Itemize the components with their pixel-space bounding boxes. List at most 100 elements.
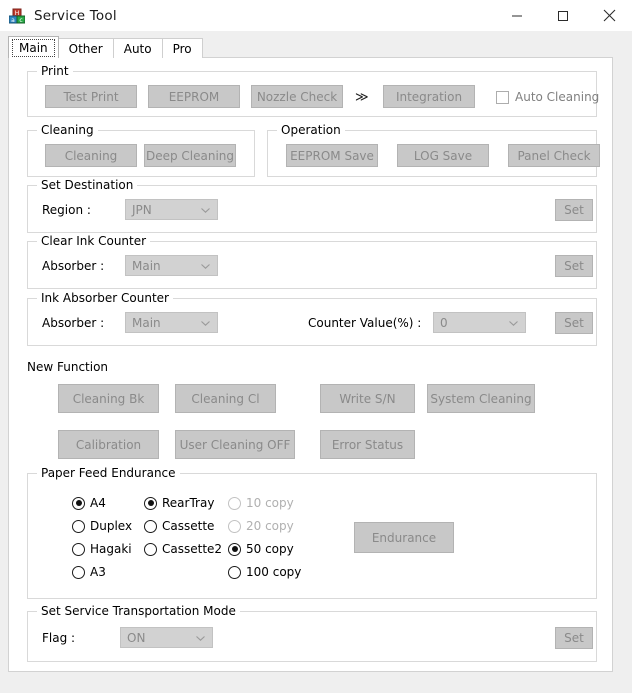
radio-indicator[interactable] (72, 496, 85, 510)
radio-indicator[interactable] (72, 519, 85, 533)
radio-paper-hagaki[interactable]: Hagaki (72, 542, 132, 556)
cleaning-button[interactable]: Cleaning (45, 144, 137, 167)
radio-indicator[interactable] (228, 519, 241, 533)
test-print-label: Test Print (63, 89, 119, 104)
flag-combo[interactable]: ON (120, 627, 213, 648)
group-print: Print Test Print EEPROM Nozzle Check ≫ I… (27, 64, 599, 117)
svg-text:a: a (11, 17, 15, 24)
set-destination-set-label: Set (564, 203, 584, 217)
tab-main[interactable]: Main (8, 36, 59, 58)
service-transportation-set-label: Set (564, 631, 584, 645)
cleaning-bk-label: Cleaning Bk (72, 391, 145, 406)
tab-strip: Main Other Auto Pro (8, 36, 203, 58)
deep-cleaning-button[interactable]: Deep Cleaning (144, 144, 236, 167)
nozzle-check-button[interactable]: Nozzle Check (251, 85, 343, 108)
group-operation-legend: Operation (277, 123, 345, 137)
svg-text:c: c (19, 17, 22, 24)
group-set-destination: Set Destination Region : JPN Set (27, 178, 597, 233)
tab-pro[interactable]: Pro (161, 38, 203, 58)
radio-paper-duplex-label: Duplex (90, 519, 133, 533)
group-operation: Operation EEPROM Save LOG Save Panel Che… (267, 123, 600, 177)
radio-paper-duplex[interactable]: Duplex (72, 519, 132, 533)
flag-combo-value: ON (127, 630, 146, 645)
radio-copies-100[interactable]: 100 copy (228, 565, 301, 579)
service-transportation-set-button[interactable]: Set (555, 627, 593, 649)
tab-focus-rect (12, 39, 55, 57)
radio-paper-a3[interactable]: A3 (72, 565, 106, 579)
flag-label: Flag : (42, 631, 76, 645)
radio-indicator[interactable] (228, 542, 241, 556)
calibration-button[interactable]: Calibration (58, 430, 159, 459)
minimize-button[interactable] (494, 0, 540, 31)
tab-page-main: Print Test Print EEPROM Nozzle Check ≫ I… (8, 57, 613, 672)
radio-source-cassette[interactable]: Cassette (144, 519, 214, 533)
integration-label: Integration (395, 89, 463, 104)
group-print-legend: Print (37, 64, 73, 78)
ink-absorber-combo[interactable]: Main (125, 312, 218, 333)
group-set-destination-legend: Set Destination (37, 178, 138, 192)
tab-other[interactable]: Other (57, 38, 114, 58)
radio-indicator[interactable] (228, 565, 241, 579)
radio-source-reartray[interactable]: RearTray (144, 496, 214, 510)
error-status-button[interactable]: Error Status (320, 430, 415, 459)
group-paper-feed-endurance: Paper Feed Endurance A4 Duplex Hagaki A3… (27, 466, 597, 599)
radio-indicator[interactable] (72, 542, 85, 556)
chevron-down-icon (201, 320, 210, 326)
counter-value-value: 0 (440, 315, 448, 330)
system-cleaning-button[interactable]: System Cleaning (427, 384, 535, 413)
counter-value-combo[interactable]: 0 (433, 312, 526, 333)
group-ink-absorber-counter: Ink Absorber Counter Absorber : Main Cou… (27, 291, 597, 346)
region-combo-value: JPN (132, 202, 152, 217)
close-button[interactable] (586, 0, 632, 31)
radio-indicator[interactable] (144, 519, 157, 533)
chevron-down-icon (201, 207, 210, 213)
auto-cleaning-checkbox[interactable] (496, 90, 509, 104)
log-save-button[interactable]: LOG Save (397, 144, 489, 167)
clear-ink-counter-set-button[interactable]: Set (555, 255, 593, 277)
radio-copies-50[interactable]: 50 copy (228, 542, 294, 556)
eeprom-save-label: EEPROM Save (290, 148, 374, 163)
region-combo[interactable]: JPN (125, 199, 218, 220)
deep-cleaning-label: Deep Cleaning (145, 148, 235, 163)
radio-indicator[interactable] (228, 496, 241, 510)
error-status-label: Error Status (331, 437, 404, 452)
auto-cleaning-checkbox-row[interactable]: Auto Cleaning (496, 90, 599, 104)
radio-copies-10[interactable]: 10 copy (228, 496, 294, 510)
eeprom-button[interactable]: EEPROM (148, 85, 240, 108)
radio-indicator[interactable] (144, 542, 157, 556)
tab-auto[interactable]: Auto (112, 38, 163, 58)
group-cleaning-legend: Cleaning (37, 123, 98, 137)
radio-indicator[interactable] (144, 496, 157, 510)
radio-source-cassette-label: Cassette (162, 519, 215, 533)
write-sn-button[interactable]: Write S/N (320, 384, 415, 413)
endurance-label: Endurance (371, 530, 437, 545)
ink-absorber-counter-set-button[interactable]: Set (555, 312, 593, 334)
cleaning-cl-button[interactable]: Cleaning Cl (175, 384, 276, 413)
auto-cleaning-label: Auto Cleaning (515, 90, 600, 104)
calibration-label: Calibration (75, 437, 142, 452)
radio-indicator[interactable] (72, 565, 85, 579)
radio-paper-a4[interactable]: A4 (72, 496, 106, 510)
user-cleaning-off-button[interactable]: User Cleaning OFF (175, 430, 295, 459)
double-chevron-right-icon: ≫ (355, 90, 369, 105)
clear-ink-absorber-combo[interactable]: Main (125, 255, 218, 276)
radio-source-cassette2[interactable]: Cassette2 (144, 542, 222, 556)
endurance-button[interactable]: Endurance (354, 522, 454, 553)
write-sn-label: Write S/N (339, 391, 396, 406)
eeprom-save-button[interactable]: EEPROM Save (286, 144, 378, 167)
ink-absorber-counter-set-label: Set (564, 316, 584, 330)
clear-ink-absorber-label: Absorber : (42, 259, 105, 273)
integration-button[interactable]: Integration (383, 85, 475, 108)
radio-copies-20[interactable]: 20 copy (228, 519, 294, 533)
radio-copies-20-label: 20 copy (246, 519, 294, 533)
panel-check-button[interactable]: Panel Check (508, 144, 600, 167)
group-clear-ink-counter-legend: Clear Ink Counter (37, 234, 151, 248)
ink-absorber-label: Absorber : (42, 316, 105, 330)
maximize-button[interactable] (540, 0, 586, 31)
window-controls (494, 0, 632, 31)
counter-value-label: Counter Value(%) : (308, 316, 422, 330)
set-destination-set-button[interactable]: Set (555, 199, 593, 221)
radio-source-reartray-label: RearTray (162, 496, 215, 510)
test-print-button[interactable]: Test Print (45, 85, 137, 108)
cleaning-bk-button[interactable]: Cleaning Bk (58, 384, 159, 413)
